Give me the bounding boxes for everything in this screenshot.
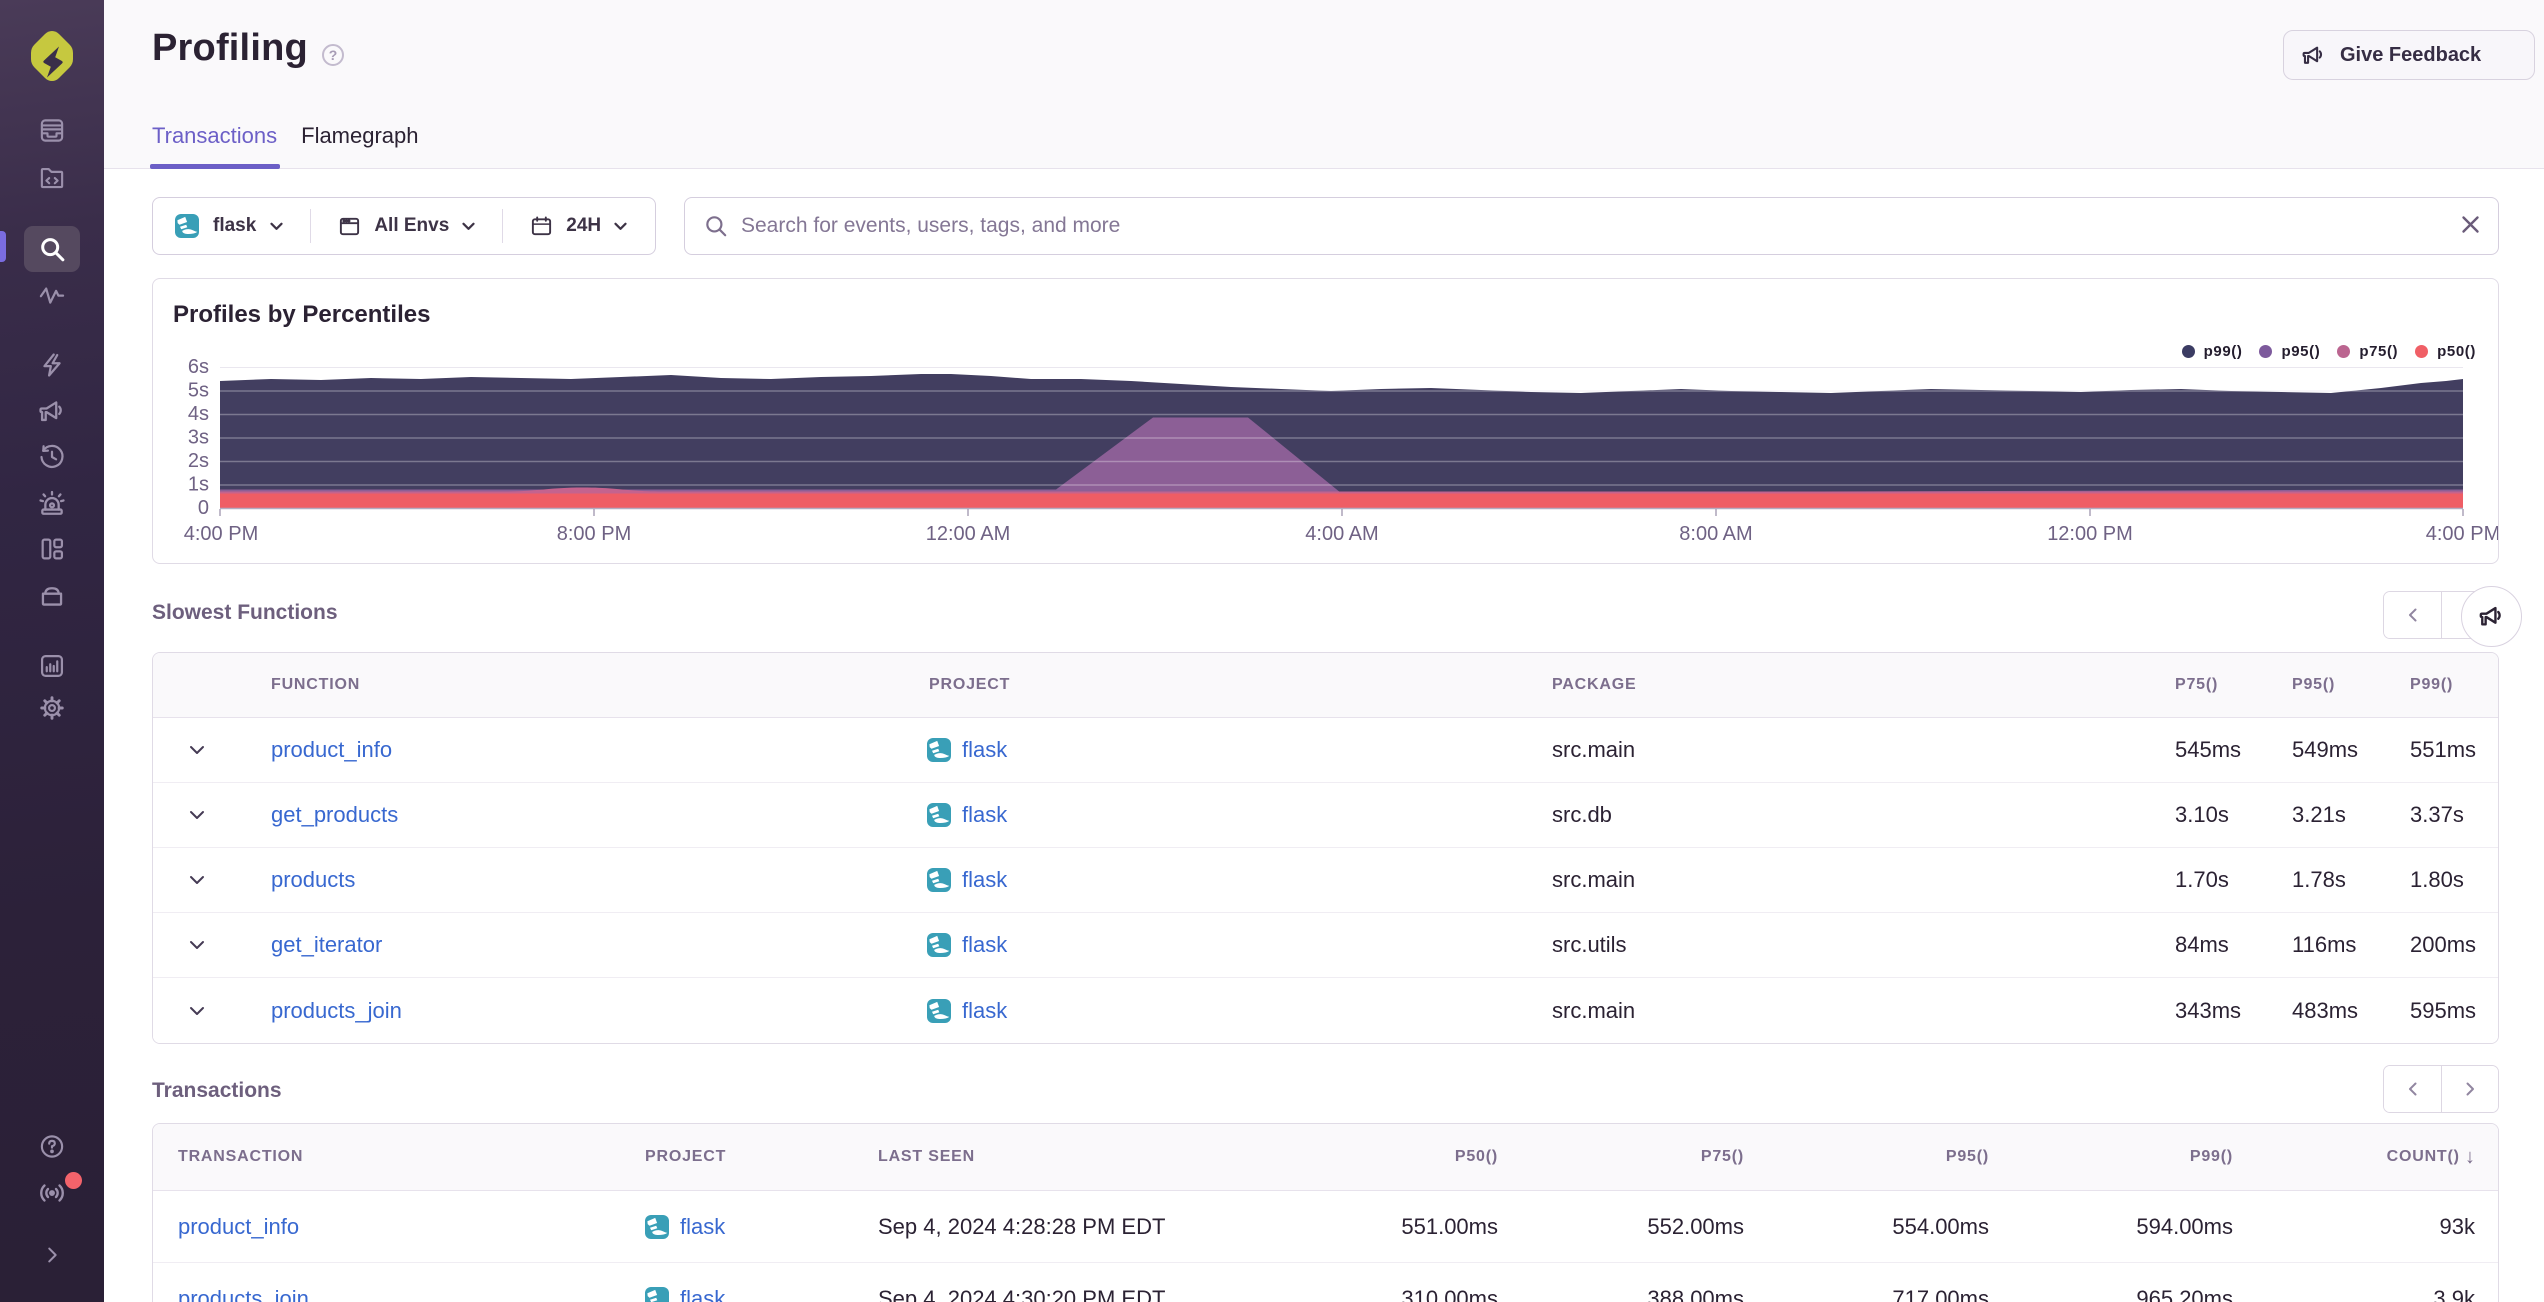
svg-text:4:00 AM: 4:00 AM [1305, 523, 1378, 545]
svg-text:12:00 AM: 12:00 AM [926, 523, 1011, 545]
svg-text:8:00 AM: 8:00 AM [1679, 523, 1752, 545]
svg-text:6s: 6s [188, 356, 209, 378]
svg-text:4:00 PM: 4:00 PM [2426, 523, 2498, 545]
svg-text:0: 0 [198, 497, 209, 519]
svg-text:4:00 PM: 4:00 PM [184, 523, 258, 545]
svg-text:5s: 5s [188, 380, 209, 402]
svg-text:3s: 3s [188, 427, 209, 449]
svg-text:1s: 1s [188, 474, 209, 496]
svg-text:12:00 PM: 12:00 PM [2047, 523, 2133, 545]
svg-text:2s: 2s [188, 450, 209, 472]
svg-text:4s: 4s [188, 403, 209, 425]
svg-text:8:00 PM: 8:00 PM [557, 523, 631, 545]
